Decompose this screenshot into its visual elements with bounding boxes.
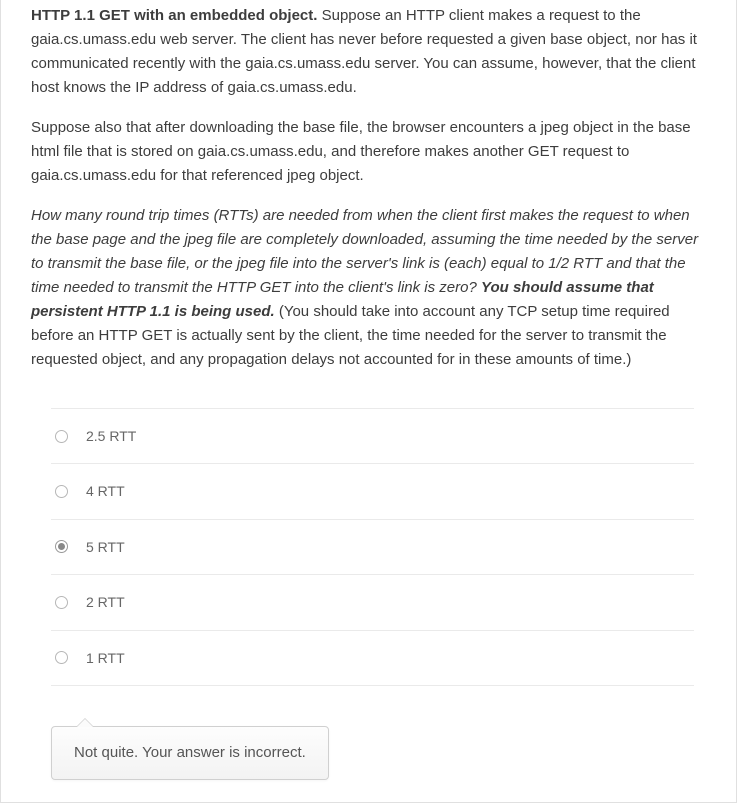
option-3[interactable]: 2 RTT (51, 575, 694, 630)
feedback-wrap: Not quite. Your answer is incorrect. (31, 726, 714, 780)
radio-icon (55, 596, 68, 609)
feedback-tooltip: Not quite. Your answer is incorrect. (51, 726, 329, 780)
option-2[interactable]: 5 RTT (51, 520, 694, 575)
question-paragraph-2: Suppose also that after downloading the … (31, 116, 714, 188)
option-label: 5 RTT (86, 536, 125, 558)
option-label: 4 RTT (86, 480, 125, 502)
radio-icon-selected (55, 540, 68, 553)
option-label: 2.5 RTT (86, 425, 136, 447)
radio-icon (55, 651, 68, 664)
question-paragraph-1: HTTP 1.1 GET with an embedded object. Su… (31, 4, 714, 100)
option-1[interactable]: 4 RTT (51, 464, 694, 519)
option-label: 2 RTT (86, 591, 125, 613)
question-text: HTTP 1.1 GET with an embedded object. Su… (31, 4, 714, 372)
option-label: 1 RTT (86, 647, 125, 669)
question-card: HTTP 1.1 GET with an embedded object. Su… (0, 0, 737, 803)
option-4[interactable]: 1 RTT (51, 631, 694, 686)
radio-icon (55, 430, 68, 443)
option-0[interactable]: 2.5 RTT (51, 408, 694, 464)
question-paragraph-3: How many round trip times (RTTs) are nee… (31, 204, 714, 372)
answer-options: 2.5 RTT 4 RTT 5 RTT 2 RTT 1 RTT (31, 408, 714, 686)
question-title: HTTP 1.1 GET with an embedded object. (31, 7, 317, 24)
radio-icon (55, 485, 68, 498)
